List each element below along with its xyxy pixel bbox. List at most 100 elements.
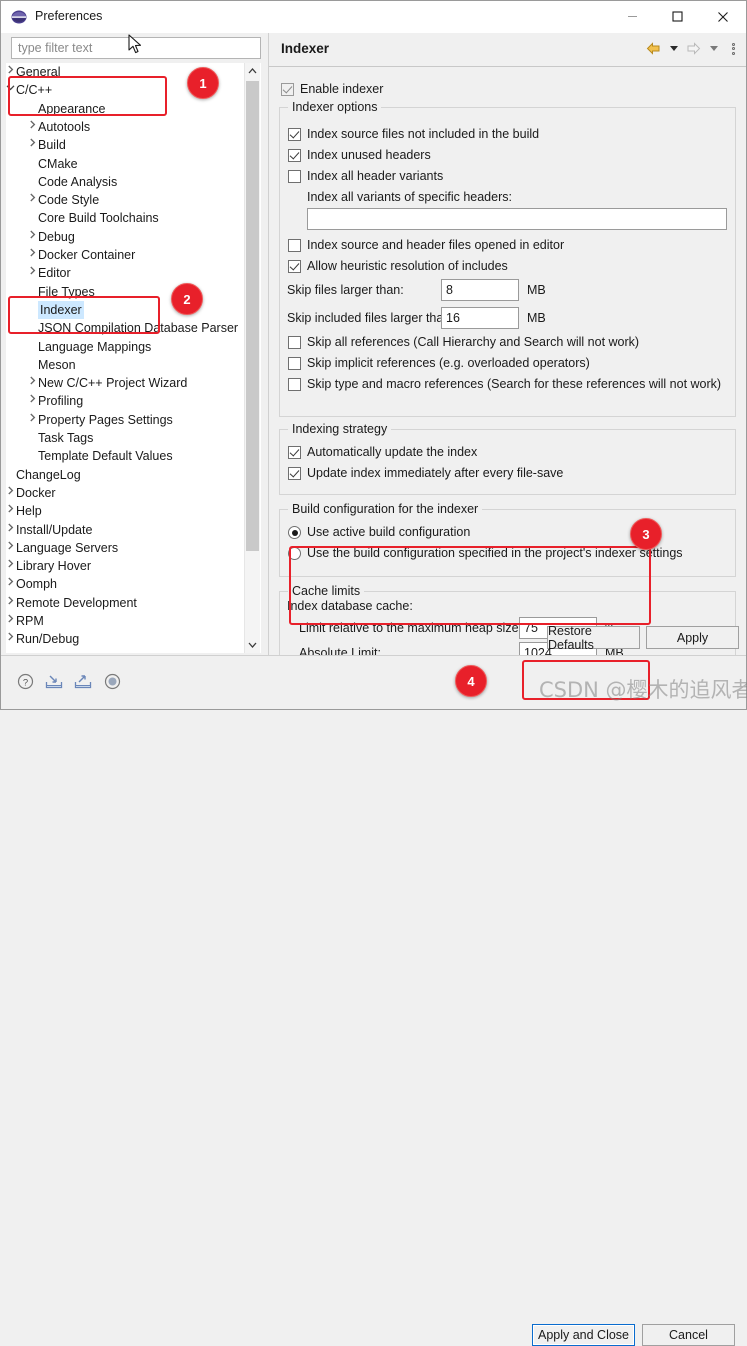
indexer-content: Enable indexer Indexer options Index sou… xyxy=(269,67,746,667)
index-source-files-checkbox[interactable] xyxy=(288,128,301,141)
chevron-right-icon[interactable] xyxy=(25,191,39,209)
chevron-right-icon[interactable] xyxy=(25,374,39,392)
export-icon[interactable] xyxy=(73,671,93,691)
auto-update-index-checkbox[interactable] xyxy=(288,446,301,459)
view-menu-icon[interactable] xyxy=(725,40,742,57)
tree-item-label: Editor xyxy=(38,266,71,281)
tree-item-label: Appearance xyxy=(38,101,106,116)
tree-item-label: Build xyxy=(38,138,66,153)
chevron-right-icon[interactable] xyxy=(25,118,39,136)
skip-all-references-label: Skip all references (Call Hierarchy and … xyxy=(307,335,640,349)
chevron-right-icon[interactable] xyxy=(25,411,39,429)
chevron-right-icon[interactable] xyxy=(25,392,39,410)
index-database-cache-label: Index database cache: xyxy=(287,599,413,613)
tree-item-label: Core Build Toolchains xyxy=(38,211,159,226)
back-arrow-icon[interactable] xyxy=(645,40,662,57)
skip-included-unit-label: MB xyxy=(527,311,546,325)
help-icon[interactable]: ? xyxy=(15,671,35,691)
index-all-header-variants-label: Index all header variants xyxy=(307,169,444,183)
heuristic-resolution-label: Allow heuristic resolution of includes xyxy=(307,259,508,273)
scrollbar-thumb[interactable] xyxy=(246,81,259,551)
apply-and-close-button[interactable]: Apply and Close xyxy=(532,1324,635,1346)
tree-item-label: Profiling xyxy=(38,394,84,409)
enable-indexer-label: Enable indexer xyxy=(300,82,384,96)
index-opened-in-editor-checkbox[interactable] xyxy=(288,239,301,252)
bottom-icon-group: ? xyxy=(15,671,122,691)
index-opened-in-editor-label: Index source and header files opened in … xyxy=(307,238,565,252)
skip-implicit-references-label: Skip implicit references (e.g. overloade… xyxy=(307,356,590,370)
enable-indexer-checkbox[interactable] xyxy=(281,83,294,96)
tree-item-label: Library Hover xyxy=(16,559,92,574)
skip-included-files-input[interactable] xyxy=(441,307,519,329)
chevron-right-icon[interactable] xyxy=(25,228,39,246)
page-header: Indexer xyxy=(269,33,746,67)
tree-item-label: Meson xyxy=(38,357,76,372)
forward-arrow-icon[interactable] xyxy=(685,40,702,57)
annotation-badge-1: 1 xyxy=(187,67,219,99)
scroll-up-icon[interactable] xyxy=(245,63,260,79)
tree-item-label: Language Servers xyxy=(16,540,119,555)
annotation-badge-3: 3 xyxy=(630,518,662,550)
use-project-build-config-label: Use the build configuration specified in… xyxy=(307,546,683,560)
minimize-icon[interactable] xyxy=(610,1,655,32)
maximize-icon[interactable] xyxy=(655,1,700,32)
use-active-build-config-radio[interactable] xyxy=(288,526,301,539)
page-title: Indexer xyxy=(281,41,330,56)
variants-of-specific-headers-label: Index all variants of specific headers: xyxy=(307,190,512,204)
page-toolbar xyxy=(645,40,742,57)
tree-item-label: ChangeLog xyxy=(16,467,81,482)
build-configuration-group: Build configuration for the indexer xyxy=(279,502,736,577)
cache-limits-title: Cache limits xyxy=(288,584,365,598)
auto-update-index-label: Automatically update the index xyxy=(307,445,478,459)
preference-tree[interactable]: General C/C++ Appearance Autotools Build CMak… xyxy=(6,63,261,653)
indexing-strategy-group: Indexing strategy xyxy=(279,422,736,495)
tree-item-label: Oomph xyxy=(16,577,57,592)
forward-menu-chevron-down-icon[interactable] xyxy=(705,40,722,57)
back-menu-chevron-down-icon[interactable] xyxy=(665,40,682,57)
annotation-badge-2: 2 xyxy=(171,283,203,315)
chevron-right-icon[interactable] xyxy=(25,136,39,154)
tree-item-label: Language Mappings xyxy=(38,339,152,354)
mouse-cursor xyxy=(128,34,143,60)
heuristic-resolution-checkbox[interactable] xyxy=(288,260,301,273)
tree-scrollbar[interactable] xyxy=(244,63,260,653)
restore-defaults-button[interactable]: Restore Defaults xyxy=(547,624,640,652)
cancel-button[interactable]: Cancel xyxy=(642,1324,735,1346)
skip-implicit-references-checkbox[interactable] xyxy=(288,357,301,370)
index-all-header-variants-checkbox[interactable] xyxy=(288,170,301,183)
chevron-right-icon[interactable] xyxy=(25,264,39,282)
skip-files-larger-input[interactable] xyxy=(441,279,519,301)
index-source-files-label: Index source files not included in the b… xyxy=(307,127,540,141)
heap-limit-label: Limit relative to the maximum heap size: xyxy=(299,621,523,635)
tree-item-label: Task Tags xyxy=(38,431,94,445)
skip-all-references-checkbox[interactable] xyxy=(288,336,301,349)
chevron-right-icon[interactable] xyxy=(25,246,39,264)
tree-item-label: New C/C++ Project Wizard xyxy=(38,376,188,391)
tree-item-label: Remote Development xyxy=(16,595,137,610)
annotation-badge-4: 4 xyxy=(455,665,487,697)
tree-item-label: Debug xyxy=(38,229,75,244)
tree-item-label: File Types xyxy=(38,284,95,299)
close-icon[interactable] xyxy=(700,1,745,32)
specific-headers-input[interactable] xyxy=(307,208,727,230)
tree-item-label: Code Analysis xyxy=(38,174,118,189)
skip-type-macro-references-checkbox[interactable] xyxy=(288,378,301,391)
update-on-save-checkbox[interactable] xyxy=(288,467,301,480)
use-project-build-config-radio[interactable] xyxy=(288,547,301,560)
tree-item-label: Property Pages Settings xyxy=(38,412,173,427)
preferences-window: Preferences General C/C++ Appearance Autoto… xyxy=(0,0,747,1346)
title-bar: Preferences xyxy=(1,1,746,33)
tree-item-label: JSON Compilation Database Parser xyxy=(38,321,239,336)
tree-item-label: Code Style xyxy=(38,193,100,208)
tree-item-label: General xyxy=(16,65,61,79)
scroll-down-icon[interactable] xyxy=(245,637,260,653)
use-active-build-config-label: Use active build configuration xyxy=(307,525,471,539)
apply-button[interactable]: Apply xyxy=(646,626,739,649)
index-unused-headers-label: Index unused headers xyxy=(307,148,431,162)
indexing-strategy-title: Indexing strategy xyxy=(288,422,392,436)
record-icon[interactable] xyxy=(102,671,122,691)
import-icon[interactable] xyxy=(44,671,64,691)
tree-item-label: Docker Container xyxy=(38,248,136,262)
index-unused-headers-checkbox[interactable] xyxy=(288,149,301,162)
tree-item-label: Autotools xyxy=(38,119,91,134)
